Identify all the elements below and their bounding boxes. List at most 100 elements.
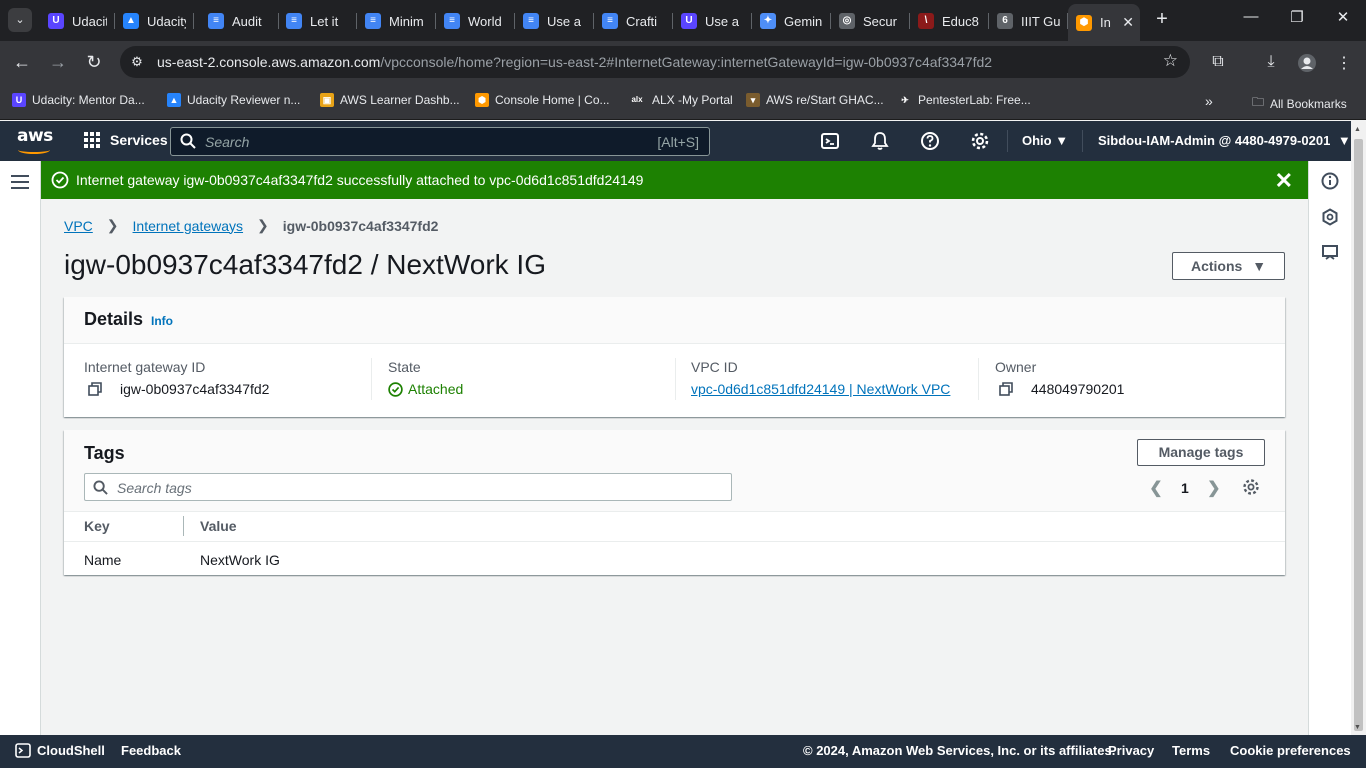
column-divider[interactable] [183, 516, 184, 536]
owner-label: Owner [995, 359, 1037, 375]
aws-logo[interactable]: aws [17, 128, 53, 154]
privacy-link[interactable]: Privacy [1108, 743, 1154, 758]
tags-search-placeholder: Search tags [117, 480, 192, 496]
tab-favicon-icon: U [681, 13, 697, 29]
page-scrollbar[interactable]: ▲ ▼ [1351, 121, 1366, 735]
tab-title: Udacity [72, 13, 107, 29]
cloudshell-button[interactable]: CloudShell [15, 743, 105, 758]
help-icon[interactable] [920, 131, 940, 151]
settings-gear-icon[interactable] [970, 131, 990, 151]
all-bookmarks-label: All Bookmarks [1270, 96, 1347, 111]
browser-tab[interactable]: \ Educ8 [910, 8, 989, 34]
browser-tab[interactable]: ◎ Secur [831, 8, 910, 34]
back-button[interactable]: ← [10, 52, 34, 73]
tab-search-dropdown[interactable]: ⌄ [8, 8, 32, 32]
owner-value: 448049790201 [1031, 381, 1125, 397]
info-icon[interactable] [1321, 172, 1339, 190]
manage-tags-button[interactable]: Manage tags [1137, 439, 1265, 466]
page-number[interactable]: 1 [1181, 480, 1189, 496]
bookmarks-overflow-icon[interactable]: » [1205, 93, 1213, 109]
browser-tab[interactable]: ≡ World [436, 8, 515, 34]
breadcrumb-vpc-link[interactable]: VPC [64, 218, 93, 234]
services-menu-button[interactable]: Services [84, 132, 168, 148]
browser-tab[interactable]: U Udacity [40, 8, 115, 34]
bookmark-label: PentesterLab: Free... [918, 93, 1031, 107]
tab-favicon-icon: ≡ [365, 13, 381, 29]
reload-button[interactable]: ↻ [82, 52, 106, 73]
region-selector[interactable]: Ohio ▼ [1022, 133, 1068, 148]
address-bar[interactable]: ⚙ us-east-2.console.aws.amazon.com/vpcco… [120, 46, 1190, 78]
all-bookmarks-button[interactable]: 🗀 All Bookmarks [1252, 93, 1347, 114]
bookmark-item[interactable]: U Udacity: Mentor Da... [12, 93, 145, 107]
restore-window-button[interactable]: ❐ [1282, 8, 1312, 26]
grid-icon [84, 132, 100, 148]
igw-id-field: Internet gateway ID igw-0b0937c4af3347fd… [64, 344, 369, 417]
prev-page-chevron-icon[interactable]: ❮ [1149, 478, 1163, 498]
scrollbar-thumb[interactable] [1354, 139, 1363, 731]
bookmark-item[interactable]: alx ALX -My Portal [628, 93, 733, 107]
downloads-icon[interactable]: ⤓ [1260, 53, 1282, 71]
state-value: Attached [408, 381, 464, 397]
bookmark-item[interactable]: ▲ Udacity Reviewer n... [167, 93, 300, 107]
bookmark-label: AWS Learner Dashb... [340, 93, 460, 107]
column-header-key[interactable]: Key [84, 518, 110, 534]
column-header-value[interactable]: Value [200, 518, 237, 534]
presentation-icon[interactable] [1321, 244, 1339, 262]
tab-title: Let it [310, 13, 339, 29]
browser-tab[interactable]: 6 IIIT Gu [989, 8, 1068, 34]
bookmark-star-icon[interactable]: ☆ [1163, 51, 1178, 71]
feedback-link[interactable]: Feedback [121, 743, 181, 758]
browser-tab[interactable]: ≡ Crafti [594, 8, 673, 34]
vpc-id-link[interactable]: vpc-0d6d1c851dfd24149 | NextWork VPC [691, 381, 950, 397]
details-header: Details Info [64, 297, 1285, 344]
cookie-preferences-link[interactable]: Cookie preferences [1230, 743, 1351, 758]
side-navigation-collapsed [0, 161, 41, 735]
notifications-bell-icon[interactable] [870, 131, 890, 151]
browser-tab[interactable]: ✦ Gemin [752, 8, 831, 34]
browser-tab[interactable]: ≡ Audit [200, 8, 279, 34]
terms-link[interactable]: Terms [1172, 743, 1210, 758]
scroll-down-icon[interactable]: ▼ [1354, 724, 1361, 731]
chevron-right-icon: ❯ [257, 217, 269, 233]
browser-tab[interactable]: ▲ Udacity [115, 8, 194, 34]
browser-tab[interactable]: ≡ Minim [357, 8, 436, 34]
minimize-window-button[interactable]: — [1236, 8, 1266, 25]
extensions-icon[interactable]: ⧉ [1207, 53, 1229, 71]
browser-menu-icon[interactable]: ⋮ [1333, 53, 1355, 73]
forward-button[interactable]: → [46, 52, 70, 73]
aws-search-input[interactable]: Search [Alt+S] [170, 127, 710, 156]
bookmark-item[interactable]: ⬢ Console Home | Co... [475, 93, 610, 107]
close-window-button[interactable]: ✕ [1328, 8, 1358, 26]
copy-icon[interactable] [999, 382, 1013, 396]
browser-tab-strip: ⌄ U Udacity ▲ Udacity ≡ Audit ≡ Let it ≡ Minim ≡ Wo… [0, 0, 1366, 41]
profile-avatar-icon[interactable] [1296, 53, 1318, 78]
site-info-icon[interactable]: ⚙ [126, 52, 148, 72]
dismiss-flash-close-icon[interactable]: ✕ [1275, 168, 1293, 194]
browser-tab[interactable]: ⬢ In ✕ [1068, 4, 1140, 41]
state-field: State Attached [371, 344, 674, 417]
cloudshell-icon[interactable] [820, 131, 840, 151]
hexagon-icon[interactable] [1321, 208, 1339, 226]
actions-dropdown-button[interactable]: Actions ▼ [1172, 252, 1285, 280]
browser-tab[interactable]: U Use a [673, 8, 752, 34]
browser-tab[interactable]: ≡ Let it [278, 8, 357, 34]
breadcrumb-internet-gateways-link[interactable]: Internet gateways [133, 218, 244, 234]
tags-search-input[interactable]: Search tags [84, 473, 732, 501]
scroll-up-icon[interactable]: ▲ [1354, 126, 1361, 133]
bookmark-label: Udacity: Mentor Da... [32, 93, 145, 107]
new-tab-button[interactable]: + [1150, 8, 1174, 31]
account-menu[interactable]: Sibdou-IAM-Admin @ 4480-4979-0201 ▼ [1098, 133, 1351, 148]
close-tab-icon[interactable]: ✕ [1122, 14, 1134, 31]
bookmark-item[interactable]: ▣ AWS Learner Dashb... [320, 93, 460, 107]
next-page-chevron-icon[interactable]: ❯ [1207, 478, 1221, 498]
header-divider [1082, 130, 1083, 152]
copy-icon[interactable] [88, 382, 102, 396]
bookmark-item[interactable]: ✈ PentesterLab: Free... [898, 93, 1031, 107]
hamburger-menu-icon[interactable] [11, 175, 29, 193]
details-info-link[interactable]: Info [151, 314, 173, 328]
tab-favicon-icon: ▲ [123, 13, 139, 29]
bookmark-item[interactable]: ▾ AWS re/Start GHAC... [746, 93, 884, 107]
browser-tab[interactable]: ≡ Use a [515, 8, 594, 34]
table-settings-gear-icon[interactable] [1242, 478, 1260, 496]
tab-favicon-icon: 6 [997, 13, 1013, 29]
